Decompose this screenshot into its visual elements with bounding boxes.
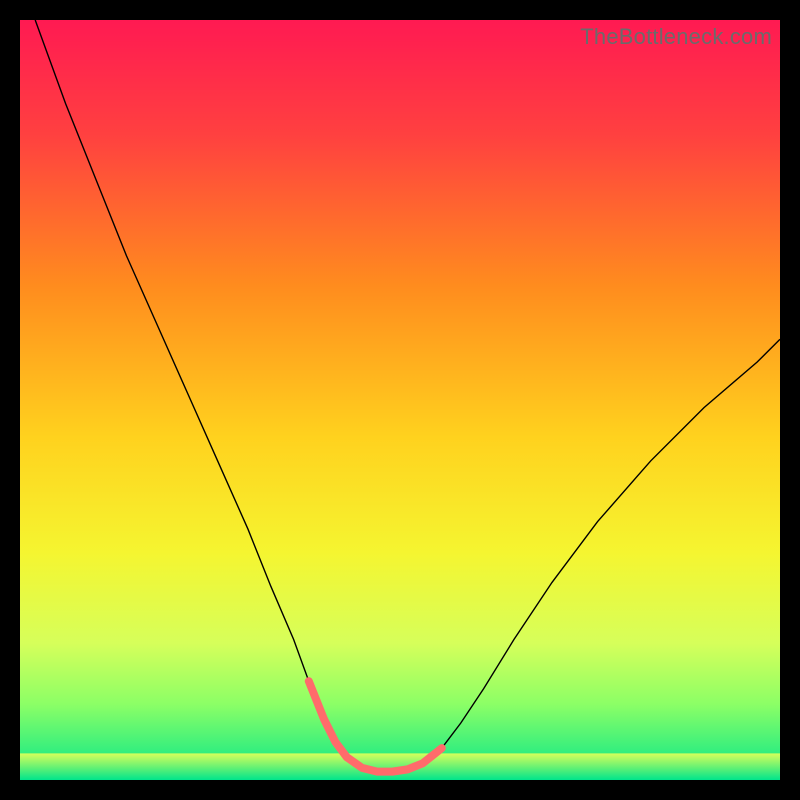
watermark-text: TheBottleneck.com <box>580 24 772 50</box>
gradient-background <box>20 20 780 780</box>
chart-frame: TheBottleneck.com <box>20 20 780 780</box>
chart-svg <box>20 20 780 780</box>
